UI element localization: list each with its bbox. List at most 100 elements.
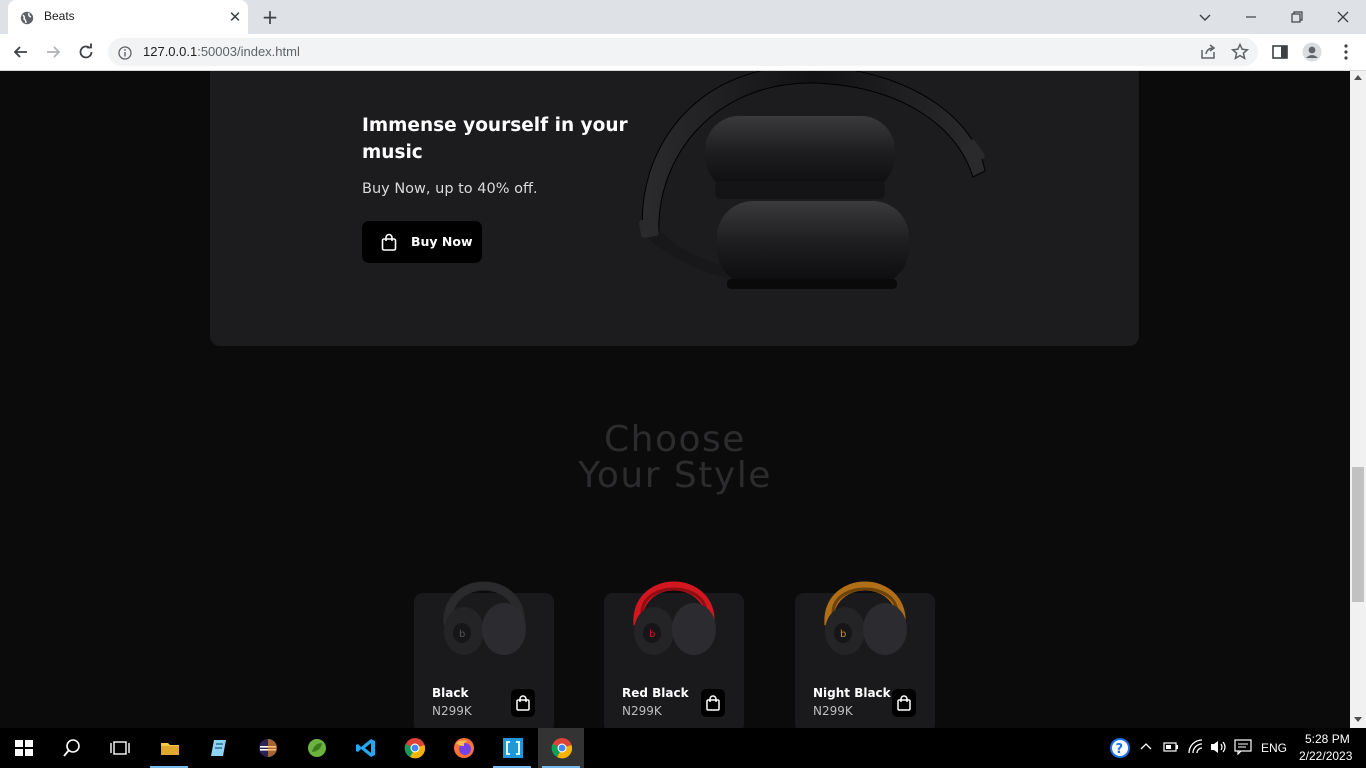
product-price: N299K [432, 704, 472, 718]
product-name: Black [432, 686, 469, 700]
minimize-button[interactable] [1228, 0, 1274, 34]
chrome-icon [404, 738, 426, 759]
input-language[interactable]: ENG [1261, 741, 1287, 755]
chrome-icon [551, 738, 573, 759]
eclipse-button[interactable] [244, 728, 290, 768]
product-name: Night Black [813, 686, 891, 700]
firefox-icon [454, 738, 474, 758]
forward-button[interactable] [41, 40, 65, 64]
close-icon [1337, 11, 1349, 23]
minimize-icon [1246, 16, 1256, 18]
promo-subtitle: Buy Now, up to 40% off. [362, 181, 538, 197]
clock-date[interactable]: 2/22/2023 [1299, 749, 1352, 763]
restore-button[interactable] [1274, 0, 1320, 34]
bookmark-star-icon[interactable] [1230, 42, 1250, 62]
chrome-button[interactable] [391, 728, 437, 768]
headphones-red-black-image: b [633, 581, 716, 655]
spring-tool-button[interactable] [293, 728, 339, 768]
section-title-line1: Choose [604, 419, 746, 460]
svg-text:b: b [459, 629, 465, 640]
clock-time[interactable]: 5:28 PM [1305, 732, 1350, 746]
firefox-button[interactable] [440, 728, 486, 768]
restore-icon [1291, 11, 1303, 23]
svg-text:?: ? [1116, 742, 1124, 757]
product-price: N299K [622, 704, 662, 718]
headphones-black-image: b [443, 581, 526, 655]
promo-banner: Immense yourself in your music Buy Now, … [210, 71, 1139, 346]
section-title-line2: Your Style [578, 455, 772, 496]
brackets-icon [503, 738, 523, 758]
add-to-cart-button[interactable] [892, 689, 916, 717]
profile-avatar-icon[interactable] [1302, 42, 1322, 62]
help-icon[interactable]: ? [1109, 737, 1131, 759]
scroll-down-arrow-icon[interactable] [1354, 717, 1362, 722]
site-info-icon[interactable] [118, 45, 132, 60]
browser-tab-strip: Beats ✕ + [0, 0, 1366, 34]
notification-icon[interactable] [1234, 739, 1252, 755]
back-button[interactable] [9, 40, 33, 64]
buy-now-label: Buy Now [411, 234, 473, 249]
file-explorer-button[interactable] [146, 728, 192, 768]
leaf-icon [308, 739, 326, 757]
arrow-left-icon [13, 46, 27, 58]
svg-text:b: b [840, 629, 846, 640]
notepad-icon [211, 740, 226, 756]
kebab-menu-icon[interactable] [1336, 42, 1356, 62]
vscode-button[interactable] [342, 728, 388, 768]
reload-icon [79, 43, 93, 59]
eclipse-icon [259, 739, 277, 757]
add-to-cart-button[interactable] [511, 689, 535, 717]
chevron-up-icon[interactable] [1140, 741, 1152, 753]
new-tab-button[interactable]: + [259, 6, 281, 28]
tab-search-button[interactable] [1182, 0, 1228, 34]
windows-logo-icon [15, 740, 33, 756]
vscode-icon [356, 739, 375, 757]
search-button[interactable] [48, 728, 94, 768]
product-card-night-black[interactable]: b Night Black N299K [795, 581, 935, 728]
section-title: Choose Your Style [0, 422, 1350, 494]
shopping-bag-icon [516, 695, 530, 711]
page-scrollbar[interactable] [1350, 71, 1366, 728]
url-path: :50003/index.html [197, 44, 300, 59]
svg-text:b: b [649, 629, 655, 640]
share-icon[interactable] [1198, 42, 1218, 62]
tab-title: Beats [44, 9, 75, 23]
folder-icon [161, 743, 179, 755]
shopping-bag-icon [706, 695, 720, 711]
address-bar[interactable]: 127.0.0.1:50003/index.html [108, 38, 1258, 66]
browser-tab[interactable]: Beats ✕ [8, 0, 248, 34]
chevron-down-icon [1199, 14, 1211, 21]
volume-icon[interactable] [1210, 739, 1228, 755]
chrome-active-button[interactable] [538, 728, 584, 768]
close-tab-icon[interactable]: ✕ [226, 8, 244, 26]
task-view-button[interactable] [96, 728, 142, 768]
globe-icon [20, 10, 34, 25]
shopping-bag-icon [897, 695, 911, 711]
bracket-app-button[interactable] [489, 728, 535, 768]
url-text: 127.0.0.1:50003/index.html [143, 44, 300, 59]
start-button[interactable] [0, 728, 46, 768]
buy-now-button[interactable]: Buy Now [362, 221, 482, 263]
shopping-bag-icon [381, 233, 397, 255]
headphones-night-black-image: b [824, 581, 907, 655]
product-name: Red Black [622, 686, 689, 700]
url-host: 127.0.0.1 [143, 44, 198, 59]
task-view-icon [110, 741, 130, 755]
reload-button[interactable] [74, 40, 98, 64]
page-viewport: Immense yourself in your music Buy Now, … [0, 71, 1350, 728]
promo-title: Immense yourself in your music [362, 115, 628, 163]
notes-app-button[interactable] [195, 728, 241, 768]
scroll-up-arrow-icon[interactable] [1354, 75, 1362, 80]
wifi-icon[interactable] [1187, 739, 1205, 755]
battery-icon[interactable] [1163, 741, 1179, 753]
arrow-right-icon [47, 46, 61, 58]
scrollbar-thumb[interactable] [1352, 467, 1364, 602]
search-icon [63, 739, 80, 757]
add-to-cart-button[interactable] [701, 689, 725, 717]
product-card-red-black[interactable]: b Red Black N299K [604, 581, 744, 728]
product-card-black[interactable]: b Black N299K [414, 581, 554, 728]
browser-toolbar: 127.0.0.1:50003/index.html [0, 34, 1366, 71]
side-panel-icon[interactable] [1270, 42, 1290, 62]
close-window-button[interactable] [1320, 0, 1366, 34]
folded-headphones-image [639, 71, 986, 289]
